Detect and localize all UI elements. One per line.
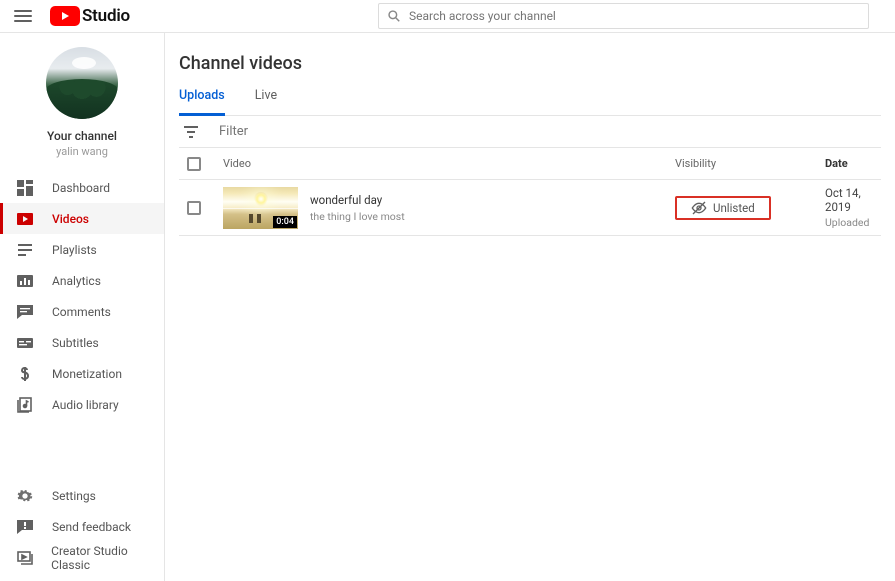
- column-visibility[interactable]: Visibility: [675, 157, 825, 170]
- studio-logo[interactable]: Studio: [50, 6, 130, 26]
- search-icon: [387, 9, 401, 23]
- sidebar-item-label: Comments: [52, 305, 111, 319]
- video-description: the thing I love most: [310, 210, 405, 223]
- your-channel-label: Your channel: [47, 129, 117, 143]
- sidebar-item-label: Settings: [52, 489, 96, 503]
- dashboard-icon: [16, 179, 34, 197]
- playlists-icon: [16, 241, 34, 259]
- visibility-cell[interactable]: Unlisted: [675, 196, 771, 220]
- sidebar-item-classic[interactable]: Creator Studio Classic: [0, 542, 164, 573]
- sidebar-item-playlists[interactable]: Playlists: [0, 234, 164, 265]
- analytics-icon: [16, 272, 34, 290]
- sidebar-item-comments[interactable]: Comments: [0, 296, 164, 327]
- sidebar-item-audio-library[interactable]: Audio library: [0, 389, 164, 420]
- video-date: Oct 14, 2019: [825, 186, 881, 214]
- main-content: Channel videos Uploads Live Video Visibi…: [165, 33, 895, 581]
- monetization-icon: [16, 365, 34, 383]
- sidebar-footer: Settings Send feedback Creator Studio Cl…: [0, 480, 164, 581]
- table-row[interactable]: 0:04 wonderful day the thing I love most…: [179, 180, 881, 236]
- sidebar-item-settings[interactable]: Settings: [0, 480, 164, 511]
- sidebar-item-videos[interactable]: Videos: [0, 203, 164, 234]
- youtube-play-icon: [50, 6, 80, 26]
- video-title[interactable]: wonderful day: [310, 193, 405, 207]
- settings-icon: [16, 487, 34, 505]
- avatar[interactable]: [46, 47, 118, 119]
- sidebar-item-label: Dashboard: [52, 181, 110, 195]
- sidebar-item-label: Send feedback: [52, 520, 131, 534]
- sidebar-item-analytics[interactable]: Analytics: [0, 265, 164, 296]
- sidebar-nav: Dashboard Videos Playlists Analytics Com…: [0, 172, 164, 480]
- unlisted-icon: [691, 200, 707, 216]
- video-date-status: Uploaded: [825, 216, 881, 229]
- sidebar-item-label: Monetization: [52, 367, 122, 381]
- feedback-icon: [16, 518, 34, 536]
- page-title: Channel videos: [179, 53, 881, 74]
- filter-bar: [179, 116, 881, 148]
- sidebar-item-feedback[interactable]: Send feedback: [0, 511, 164, 542]
- product-name: Studio: [82, 6, 130, 26]
- sidebar-item-label: Audio library: [52, 398, 119, 412]
- tabs: Uploads Live: [179, 88, 881, 116]
- filter-input[interactable]: [219, 124, 881, 139]
- channel-header: Your channel yalin wang: [0, 47, 164, 158]
- sidebar-item-label: Subtitles: [52, 336, 99, 350]
- menu-icon[interactable]: [14, 10, 32, 22]
- video-duration: 0:04: [273, 216, 297, 228]
- comments-icon: [16, 303, 34, 321]
- sidebar-item-label: Playlists: [52, 243, 97, 257]
- sidebar-item-label: Analytics: [52, 274, 101, 288]
- video-meta: wonderful day the thing I love most: [310, 187, 405, 229]
- sidebar-item-label: Creator Studio Classic: [51, 544, 164, 572]
- subtitles-icon: [16, 334, 34, 352]
- filter-icon[interactable]: [183, 124, 199, 140]
- row-checkbox[interactable]: [187, 201, 201, 215]
- tab-uploads[interactable]: Uploads: [179, 88, 225, 116]
- column-date[interactable]: Date: [825, 157, 881, 170]
- video-thumbnail[interactable]: 0:04: [223, 187, 298, 229]
- column-video[interactable]: Video: [223, 157, 675, 170]
- channel-name: yalin wang: [56, 145, 108, 158]
- sidebar-item-label: Videos: [52, 212, 89, 226]
- search-input[interactable]: [409, 9, 860, 23]
- top-bar: Studio: [0, 0, 895, 33]
- tab-live[interactable]: Live: [255, 88, 277, 115]
- sidebar: Your channel yalin wang Dashboard Videos…: [0, 33, 165, 581]
- date-cell: Oct 14, 2019 Uploaded: [825, 186, 881, 229]
- audio-library-icon: [16, 396, 34, 414]
- visibility-label: Unlisted: [713, 201, 755, 215]
- table-header: Video Visibility Date: [179, 148, 881, 180]
- select-all-checkbox[interactable]: [187, 157, 201, 171]
- sidebar-item-monetization[interactable]: Monetization: [0, 358, 164, 389]
- sidebar-item-dashboard[interactable]: Dashboard: [0, 172, 164, 203]
- search-bar[interactable]: [378, 3, 869, 29]
- sidebar-item-subtitles[interactable]: Subtitles: [0, 327, 164, 358]
- videos-icon: [16, 210, 34, 228]
- classic-icon: [16, 549, 33, 567]
